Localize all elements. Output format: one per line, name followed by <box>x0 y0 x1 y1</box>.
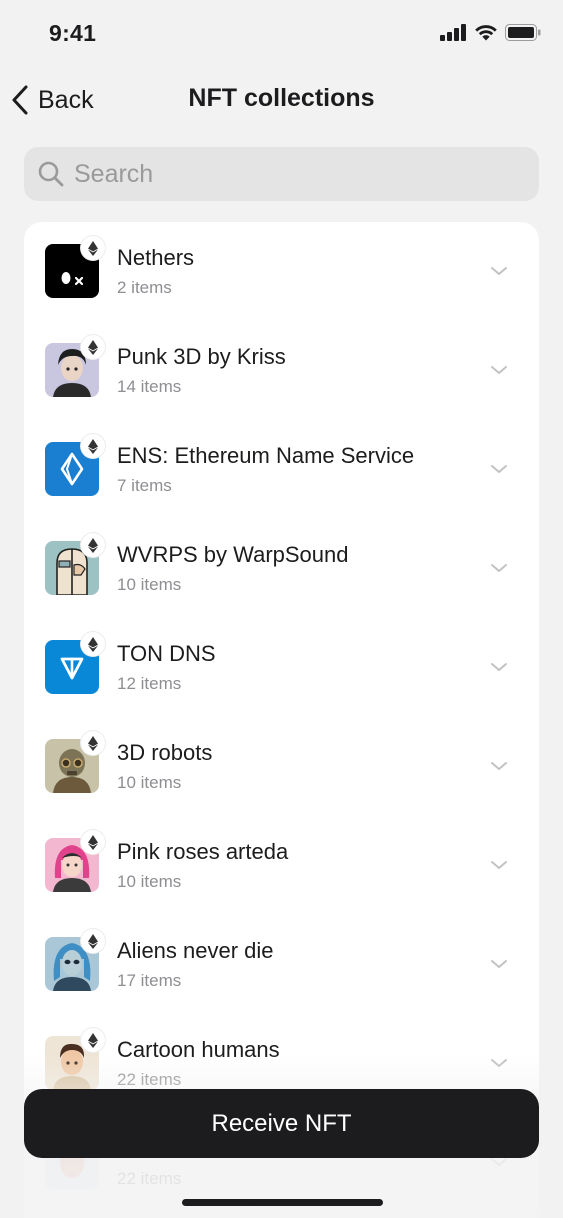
chevron-down-icon[interactable] <box>490 955 508 973</box>
receive-nft-button[interactable]: Receive NFT <box>24 1089 539 1158</box>
ethereum-icon <box>81 830 105 854</box>
collection-name: WVRPS by WarpSound <box>117 542 349 567</box>
collection-name: Cartoon humans <box>117 1037 280 1062</box>
chevron-down-icon[interactable] <box>490 361 508 379</box>
collection-name: Nethers <box>117 245 195 270</box>
collection-name: ENS: Ethereum Name Service <box>117 443 415 468</box>
home-indicator <box>182 1199 383 1206</box>
collection-name: TON DNS <box>117 641 216 666</box>
collection-item-punk-3d[interactable]: Punk 3D by Kriss 14 items <box>24 321 539 420</box>
status-time: 9:41 <box>49 20 97 46</box>
collection-count: 10 items <box>117 773 182 792</box>
collection-item-nethers[interactable]: Nethers 2 items <box>24 222 539 321</box>
collection-count: 22 items <box>117 1169 182 1188</box>
chevron-down-icon[interactable] <box>490 856 508 874</box>
ethereum-icon <box>81 632 105 656</box>
collection-count: 10 items <box>117 872 182 891</box>
chevron-down-icon[interactable] <box>490 262 508 280</box>
search-input[interactable] <box>74 159 514 189</box>
ethereum-icon <box>81 533 105 557</box>
collection-item-ton-dns[interactable]: TON DNS 12 items <box>24 618 539 717</box>
search-icon <box>38 161 64 187</box>
search-bar[interactable] <box>24 147 539 201</box>
collection-count: 10 items <box>117 575 182 594</box>
collection-count: 2 items <box>117 278 172 297</box>
collection-item-wvrps[interactable]: WVRPS by WarpSound 10 items <box>24 519 539 618</box>
collection-count: 12 items <box>117 674 182 693</box>
signal-icon <box>440 24 466 41</box>
collection-count: 7 items <box>117 476 172 495</box>
chevron-down-icon[interactable] <box>490 460 508 478</box>
chevron-down-icon[interactable] <box>490 658 508 676</box>
collection-count: 22 items <box>117 1070 182 1089</box>
collection-name: Aliens never die <box>117 938 274 963</box>
ethereum-icon <box>81 236 105 260</box>
chevron-down-icon[interactable] <box>490 559 508 577</box>
collection-item-pink-roses[interactable]: Pink roses arteda 10 items <box>24 816 539 915</box>
chevron-down-icon[interactable] <box>490 757 508 775</box>
collections-list: Nethers 2 items Punk 3D by Kriss 14 item… <box>24 222 539 1218</box>
collection-count: 17 items <box>117 971 182 990</box>
collection-name: Pink roses arteda <box>117 839 289 864</box>
status-bar: 9:41 <box>0 0 563 66</box>
collection-item-aliens[interactable]: Aliens never die 17 items <box>24 915 539 1014</box>
battery-icon <box>505 24 541 41</box>
collection-item-ens[interactable]: ENS: Ethereum Name Service 7 items <box>24 420 539 519</box>
chevron-down-icon[interactable] <box>490 1054 508 1072</box>
collection-name: Punk 3D by Kriss <box>117 344 286 369</box>
collection-count: 14 items <box>117 377 182 396</box>
wifi-icon <box>475 25 497 41</box>
ethereum-icon <box>81 335 105 359</box>
ethereum-icon <box>81 1028 105 1052</box>
ethereum-icon <box>81 731 105 755</box>
status-icons <box>440 24 541 41</box>
collection-name: 3D robots <box>117 740 213 765</box>
nav-bar: Back NFT collections <box>0 70 563 128</box>
page-title: NFT collections <box>188 84 375 112</box>
ethereum-icon <box>81 929 105 953</box>
collection-item-3d-robots[interactable]: 3D robots 10 items <box>24 717 539 816</box>
ethereum-icon <box>81 434 105 458</box>
